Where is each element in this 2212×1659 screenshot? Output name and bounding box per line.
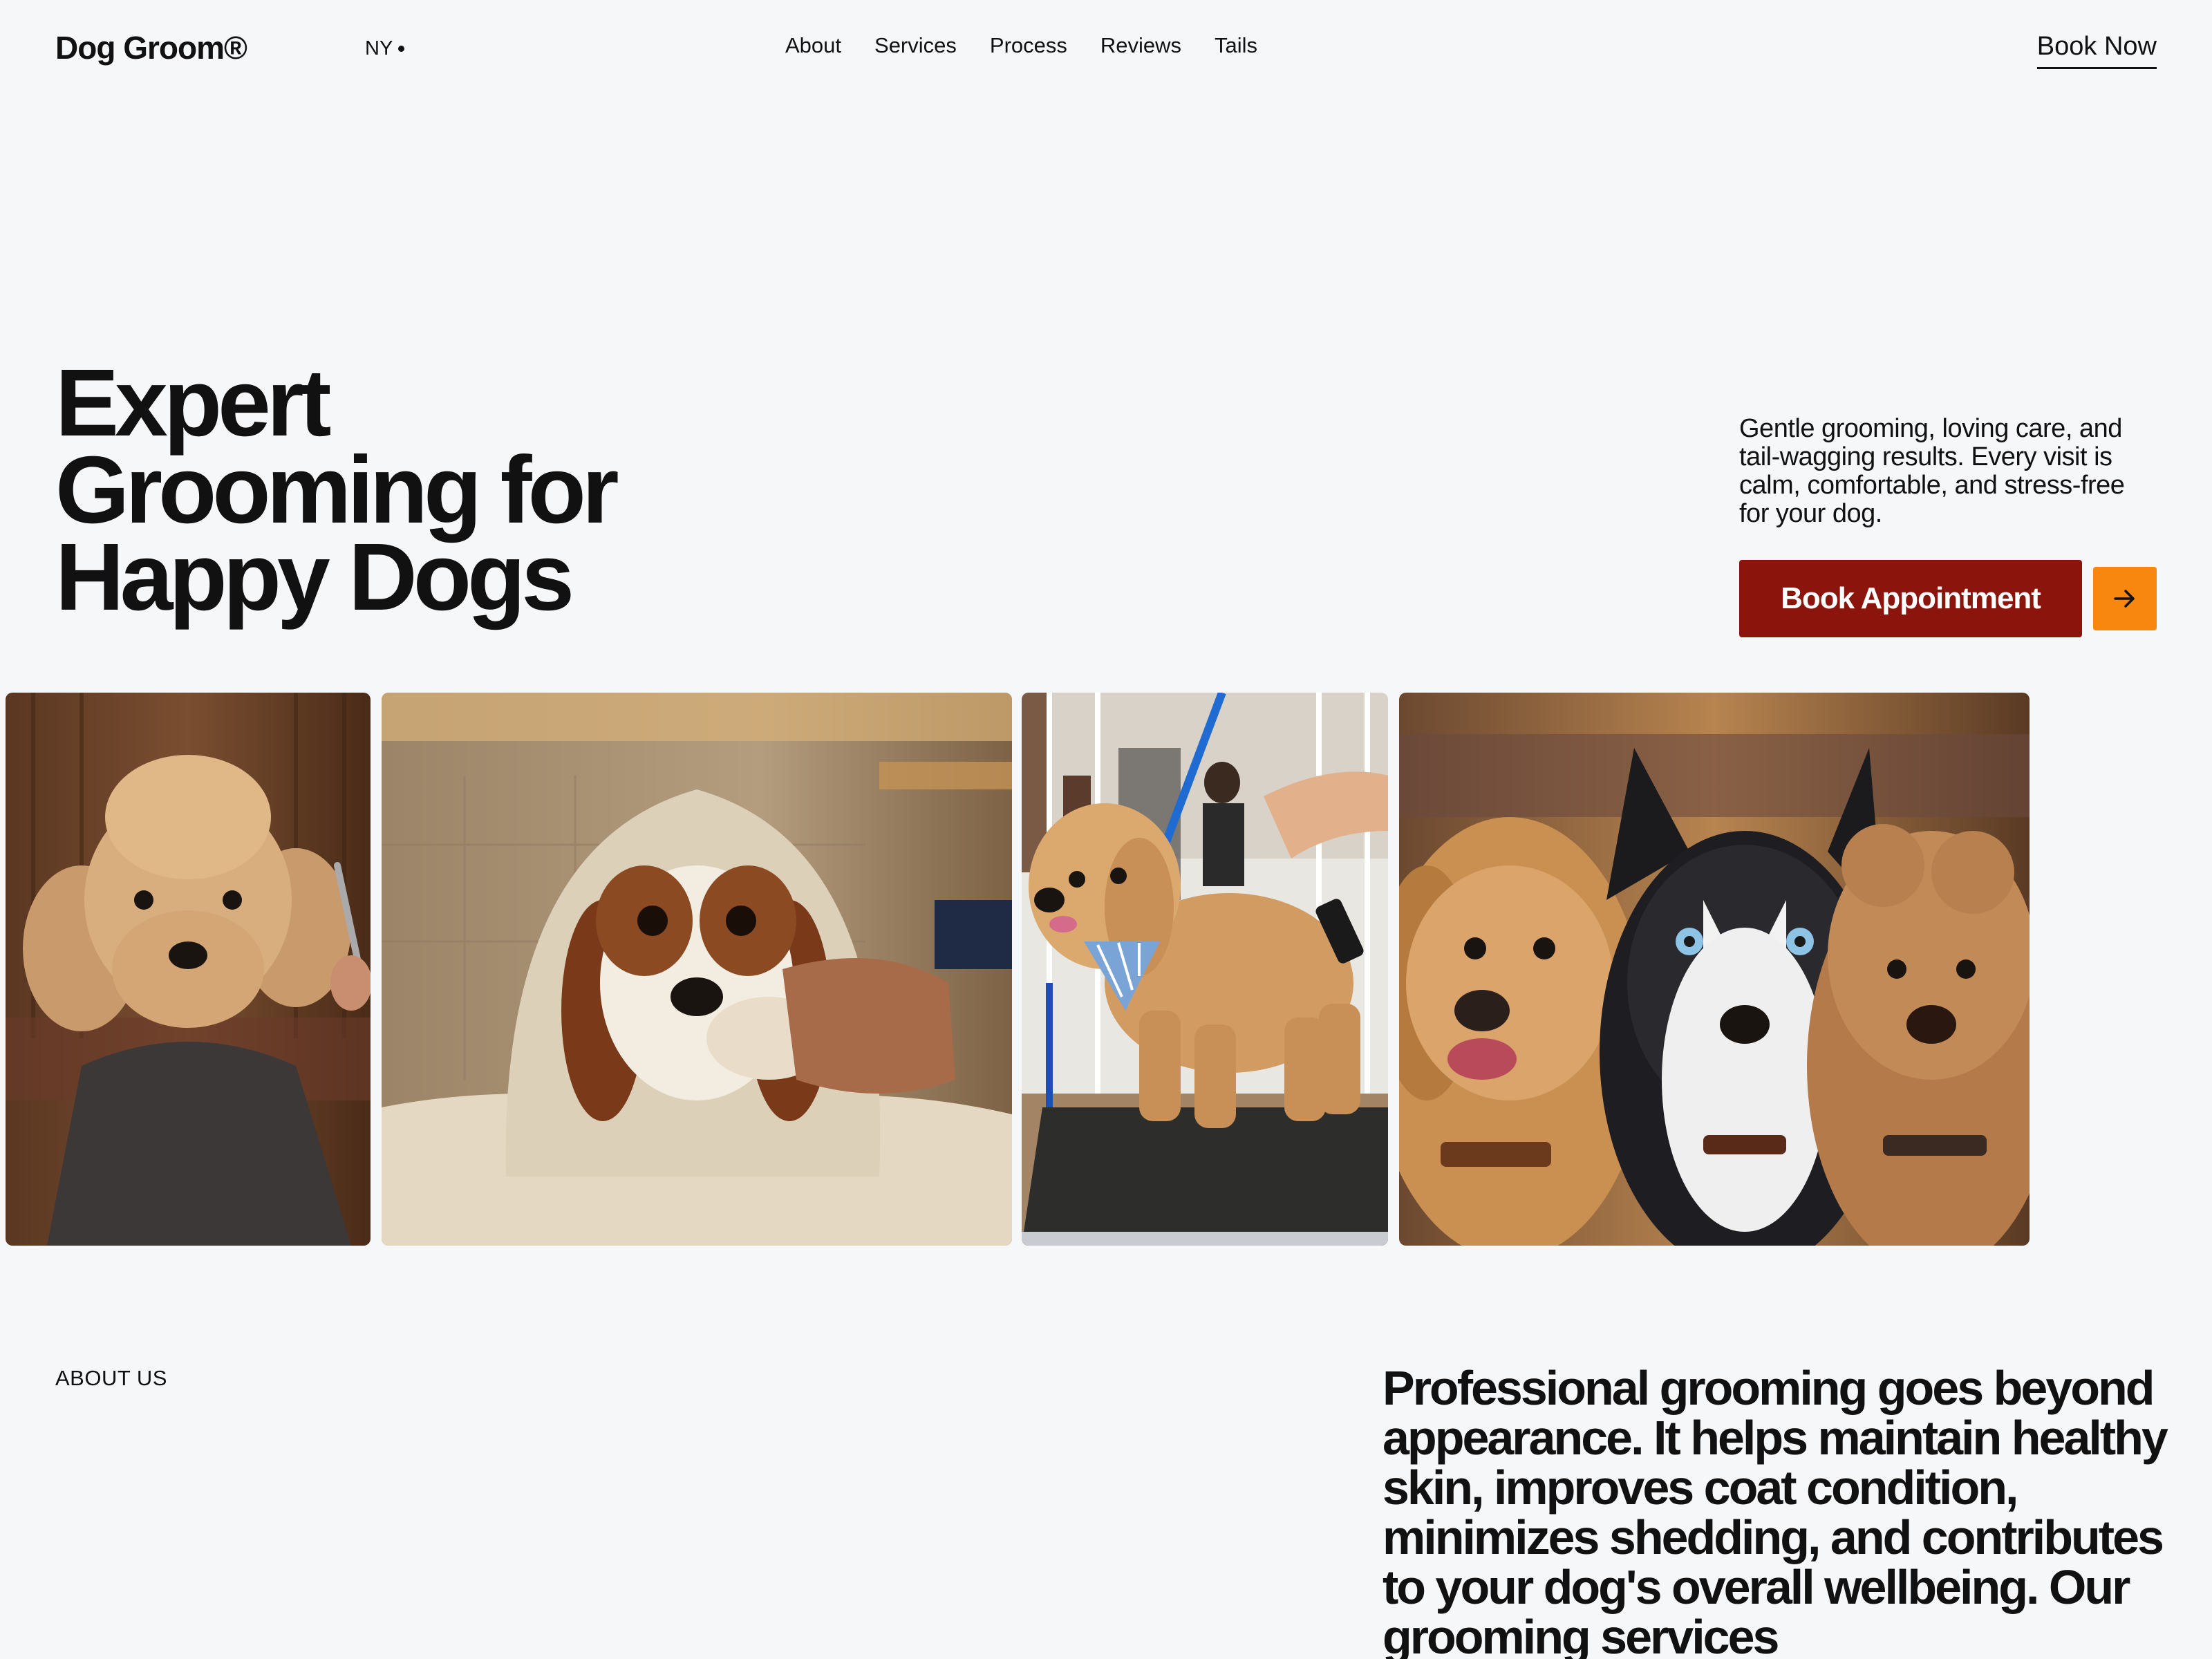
about-text: Professional grooming goes beyond appear… [1382, 1361, 2168, 1659]
location-label: NY [365, 37, 393, 59]
spaniel-in-towel-photo[interactable] [382, 693, 1012, 1246]
poodle-in-grooming-cape-photo[interactable] [6, 693, 371, 1246]
three-dogs-portrait-photo[interactable] [1399, 693, 2030, 1246]
doodle-on-grooming-table-photo[interactable] [1022, 693, 1388, 1246]
about-section-label: ABOUT US [55, 1366, 167, 1390]
hero-title-line-3: Happy Dogs [55, 524, 574, 630]
book-appointment-button[interactable]: Book Appointment [1739, 560, 2082, 637]
nav-reviews[interactable]: Reviews [1100, 33, 1181, 58]
hero-title: Expert Grooming for Happy Dogs [55, 355, 747, 625]
logo[interactable]: Dog Groom® [55, 29, 247, 66]
arrow-right-icon[interactable] [2093, 567, 2157, 630]
nav-process[interactable]: Process [990, 33, 1067, 58]
main-nav: About Services Process Reviews Tails [785, 33, 1257, 58]
page: Dog Groom® NY About Services Process Rev… [0, 0, 2212, 1659]
book-now-link[interactable]: Book Now [2036, 32, 2157, 69]
nav-about[interactable]: About [785, 33, 841, 58]
arrow-right-glyph [2114, 590, 2135, 608]
hero-description: Gentle grooming, loving care, and tail-w… [1739, 414, 2125, 528]
location-dot-icon [398, 46, 405, 52]
nav-services[interactable]: Services [874, 33, 957, 58]
nav-tails[interactable]: Tails [1215, 33, 1257, 58]
location-indicator[interactable]: NY [365, 37, 405, 60]
